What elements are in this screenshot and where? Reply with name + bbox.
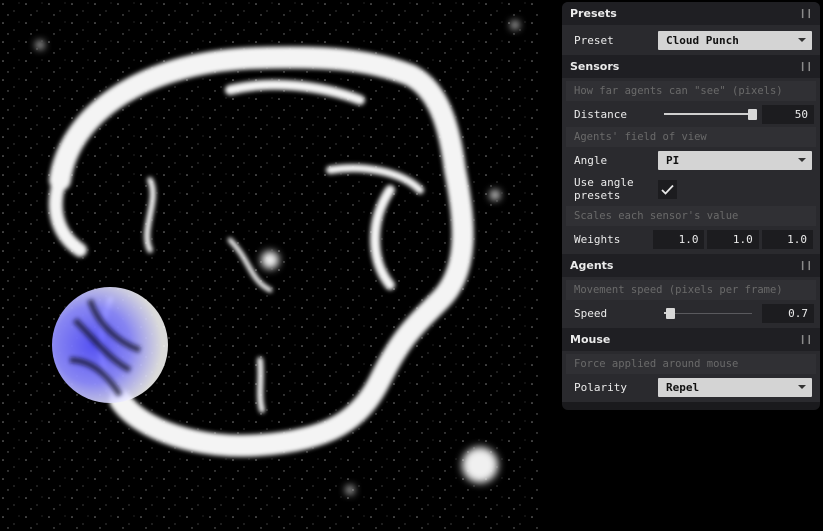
use-angle-presets-label: Use angle presets [574,176,634,202]
sensors-folder-header[interactable]: Sensors ❙❙ [562,55,820,78]
simulation-canvas[interactable] [0,0,541,531]
preset-select[interactable]: Cloud Punch [658,30,812,50]
agents-folder-title: Agents [570,259,614,272]
weights-row: Weights 1.0 1.0 1.0 [566,227,816,251]
slider-thumb[interactable] [665,307,675,319]
agents-folder-header[interactable]: Agents ❙❙ [562,254,820,277]
agent-trails [0,0,541,531]
polarity-label: Polarity [574,380,627,394]
mouse-folder-title: Mouse [570,333,611,346]
sensors-folder-title: Sensors [570,60,620,73]
collapse-icon[interactable]: ❙❙ [799,62,813,72]
weights-label: Weights [574,232,621,246]
collapse-icon[interactable]: ❙❙ [799,335,813,345]
weight-input-right[interactable]: 1.0 [761,229,813,249]
weight-input-left[interactable]: 1.0 [653,229,705,249]
force-hint: Force applied around mouse [566,354,816,374]
angle-row: Angle PI [566,148,816,172]
chevron-down-icon [798,38,806,42]
speed-slider[interactable] [658,304,758,323]
distance-slider[interactable] [658,105,758,124]
preset-label: Preset [574,33,614,47]
polarity-select[interactable]: Repel [658,377,812,397]
speed-label: Speed [574,306,608,320]
distance-number-input[interactable]: 50 [762,104,814,124]
speed-hint: Movement speed (pixels per frame) [566,280,816,300]
polarity-row: Polarity Repel [566,375,816,399]
slider-track [664,312,752,314]
angle-select-value: PI [666,153,680,167]
weights-hint: Scales each sensor's value [566,206,816,226]
speed-number-input[interactable]: 0.7 [762,303,814,323]
presets-folder-title: Presets [570,7,617,20]
preset-select-value: Cloud Punch [666,33,739,47]
distance-hint: How far agents can "see" (pixels) [566,81,816,101]
collapse-icon[interactable]: ❙❙ [799,261,813,271]
collapse-icon[interactable]: ❙❙ [799,9,813,19]
chevron-down-icon [798,158,806,162]
mouse-folder-header[interactable]: Mouse ❙❙ [562,328,820,351]
slider-thumb[interactable] [747,108,757,120]
use-angle-presets-checkbox[interactable] [658,179,677,199]
preset-row: Preset Cloud Punch [566,28,816,52]
angle-select[interactable]: PI [658,150,812,170]
use-angle-presets-row: Use angle presets [566,173,816,205]
presets-folder: Preset Cloud Punch [562,25,820,55]
settings-panel: Presets ❙❙ Preset Cloud Punch Sensors ❙❙… [562,2,820,410]
checkmark-icon [661,184,674,195]
distance-row: Distance 50 [566,102,816,126]
mouse-folder: Force applied around mouse Polarity Repe… [562,351,820,402]
polarity-select-value: Repel [666,380,700,394]
slider-fill [664,112,752,115]
mouse-cursor-field [52,287,168,403]
chevron-down-icon [798,385,806,389]
weight-input-center[interactable]: 1.0 [707,229,759,249]
speed-row: Speed 0.7 [566,301,816,325]
sensors-folder: How far agents can "see" (pixels) Distan… [562,78,820,254]
presets-folder-header[interactable]: Presets ❙❙ [562,2,820,25]
angle-hint: Agents' field of view [566,127,816,147]
distance-label: Distance [574,107,627,121]
angle-label: Angle [574,153,608,167]
agents-folder: Movement speed (pixels per frame) Speed … [562,277,820,328]
